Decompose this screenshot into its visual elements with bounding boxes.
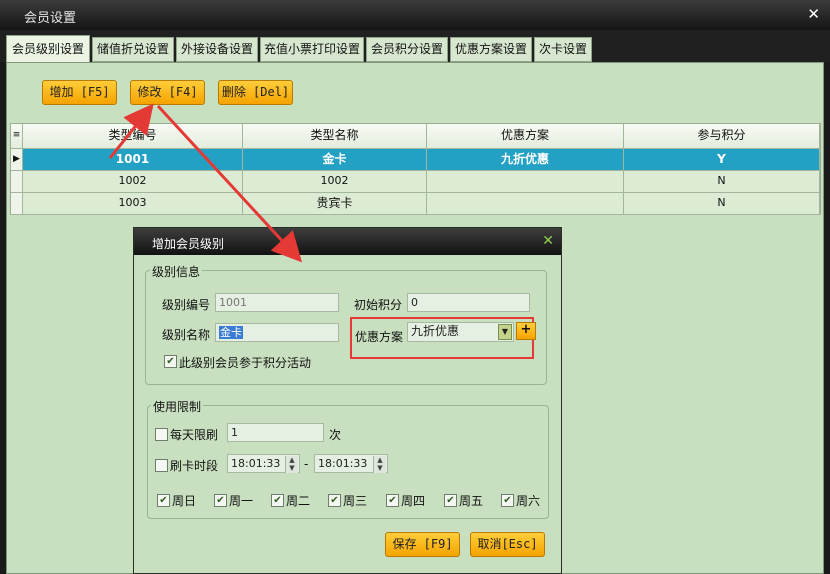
arrow-to-edit-button [108, 103, 154, 159]
annotation-arrows [108, 103, 303, 263]
arrow-to-dialog [156, 104, 303, 263]
